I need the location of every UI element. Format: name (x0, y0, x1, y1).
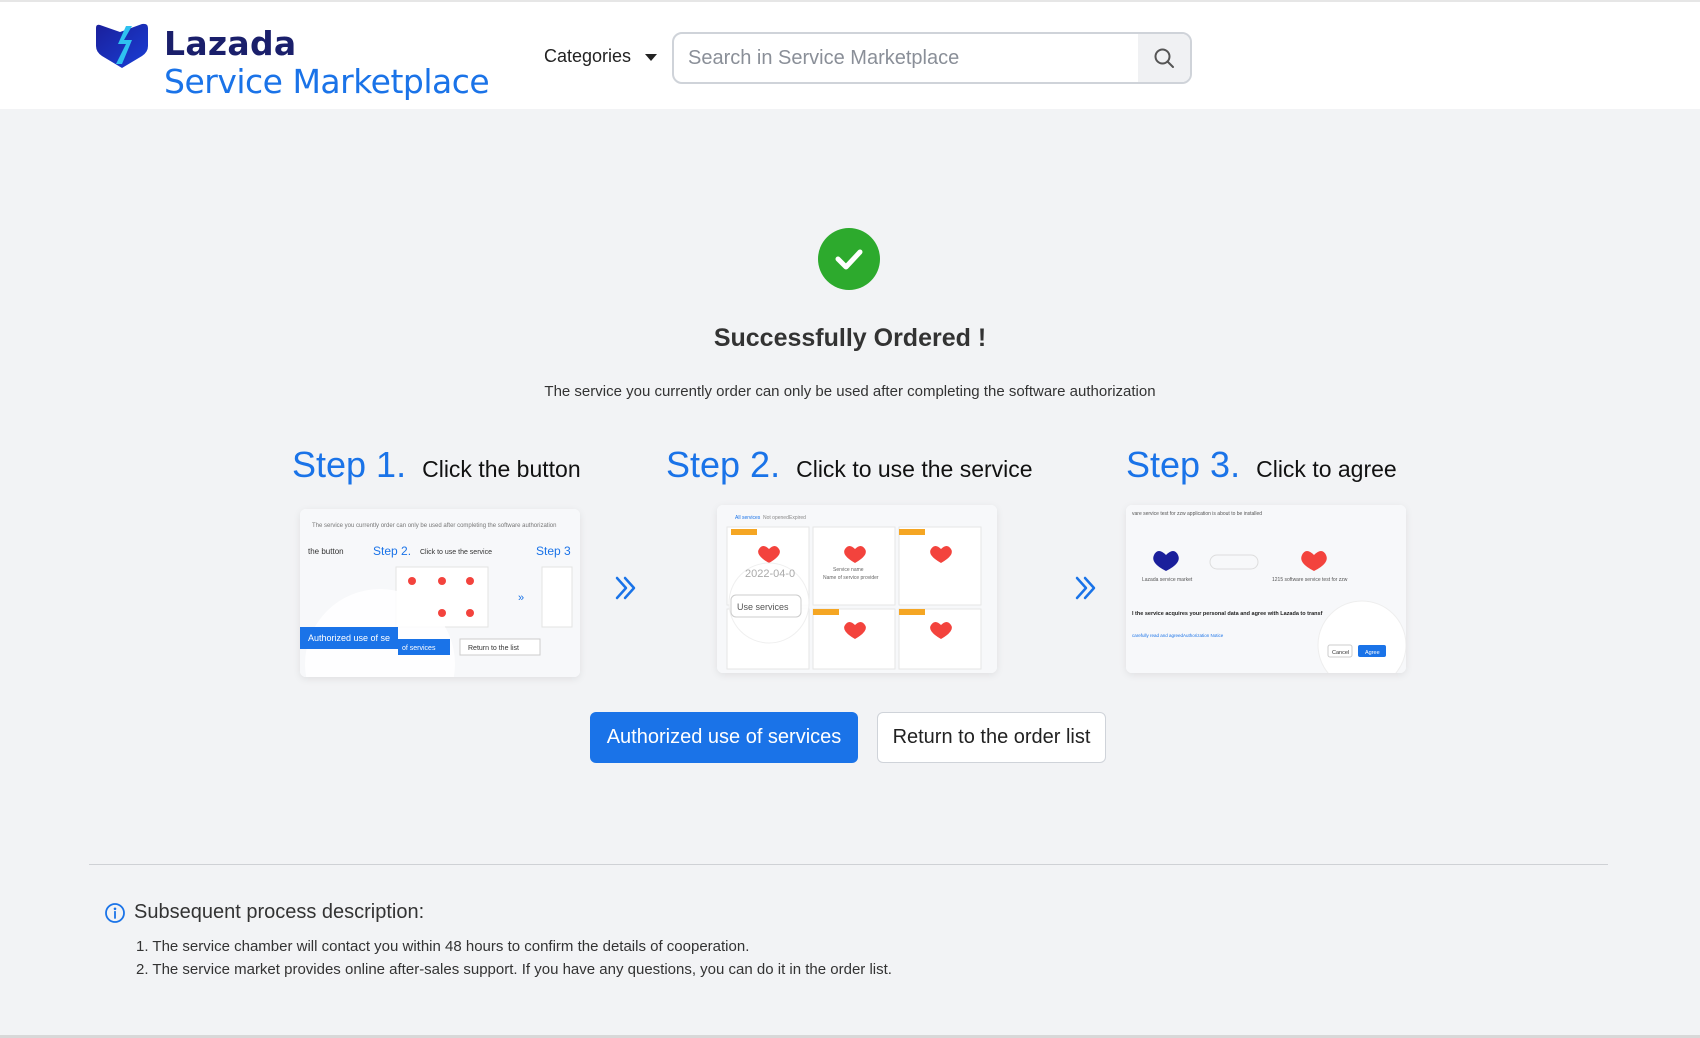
top-header: Lazada Service Marketplace Categories (0, 0, 1700, 109)
preview-text: Authorized use of se (308, 633, 390, 643)
preview-text: Return to the list (468, 645, 519, 652)
step-3-preview: vare service test for zzw application is… (1126, 505, 1406, 673)
step-3-title: Step 3. Click to agree (1126, 444, 1397, 486)
preview-text: Service name (833, 567, 864, 573)
step-number: Step 1. (292, 444, 407, 485)
categories-dropdown[interactable]: Categories (544, 46, 658, 67)
search-input[interactable] (674, 34, 1138, 82)
return-to-order-list-button[interactable]: Return to the order list (877, 712, 1106, 763)
preview-text: Use services (737, 602, 789, 612)
search-button[interactable] (1138, 34, 1190, 82)
divider (89, 864, 1608, 865)
search-bar (672, 32, 1192, 84)
double-chevron-right-icon (615, 576, 636, 600)
info-circle-icon (105, 902, 125, 923)
list-item: 1. The service chamber will contact you … (136, 938, 750, 955)
preview-text: Cancel (1332, 650, 1349, 656)
step-label: Click the button (422, 456, 581, 482)
step-number: Step 2. (666, 444, 781, 485)
check-circle-icon (818, 228, 880, 290)
step-2-preview: All services Not opened Expired Service … (717, 505, 997, 673)
svg-text:»: » (518, 592, 524, 604)
preview-text: The service you currently order can only… (312, 523, 556, 529)
preview-text: Lazada service market (1142, 577, 1193, 583)
status-description: The service you currently order can only… (544, 383, 1156, 400)
preview-text: the button (308, 547, 344, 556)
brand-subtitle: Service Marketplace (164, 62, 490, 101)
process-description-header: Subsequent process description: (104, 901, 424, 924)
step-1-preview: The service you currently order can only… (300, 509, 580, 677)
preview-text: 1215 software service test for zzw (1272, 577, 1348, 583)
preview-text: Expired (789, 515, 806, 521)
preview-text: Agree (1365, 650, 1380, 656)
preview-text: l the service acquires your personal dat… (1132, 611, 1323, 617)
preview-text: Step 3 (536, 544, 571, 558)
preview-text: All services (735, 515, 761, 521)
lazada-service-marketplace-logo[interactable]: Lazada Service Marketplace (92, 20, 492, 101)
preview-text: 2022-04-0 (745, 568, 795, 580)
step-1-title: Step 1. Click the button (292, 444, 581, 486)
authorized-use-button[interactable]: Authorized use of services (590, 712, 858, 763)
page-title: Successfully Ordered ! (713, 324, 987, 352)
caret-down-icon (645, 54, 658, 61)
preview-text: Click to use the service (420, 549, 492, 556)
list-item: 2. The service market provides online af… (136, 961, 892, 978)
preview-text: of services (402, 645, 436, 652)
categories-label: Categories (544, 46, 632, 66)
process-description-title: Subsequent process description: (134, 901, 425, 923)
process-description-list: 1. The service chamber will contact you … (136, 935, 892, 981)
preview-text: Not opened (763, 515, 789, 521)
double-chevron-right-icon (1075, 576, 1096, 600)
brand-name: Lazada (164, 24, 297, 63)
preview-text: Step 2. (373, 544, 411, 558)
lazada-logo-icon (96, 23, 148, 68)
step-2-title: Step 2. Click to use the service (666, 444, 1033, 486)
step-label: Click to agree (1256, 456, 1397, 482)
preview-text: vare service test for zzw application is… (1132, 511, 1262, 517)
preview-text: carefully read and agreedAuthorization N… (1132, 633, 1224, 638)
step-number: Step 3. (1126, 444, 1241, 485)
step-label: Click to use the service (796, 456, 1033, 482)
search-icon (1154, 48, 1174, 68)
preview-text: Name of service provider (823, 575, 879, 581)
